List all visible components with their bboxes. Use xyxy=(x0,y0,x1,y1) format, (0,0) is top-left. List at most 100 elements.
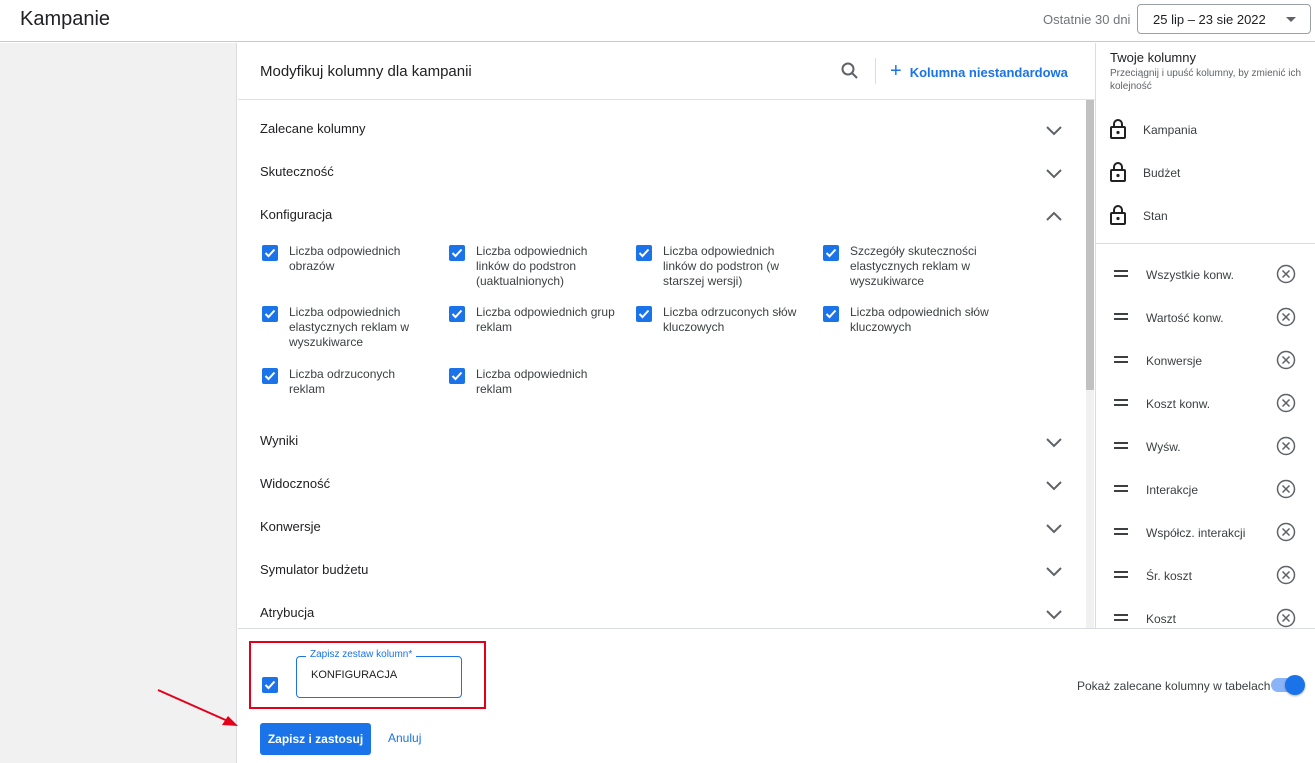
section-skutecznosc[interactable]: Skuteczność xyxy=(238,150,1086,193)
section-wyniki[interactable]: Wyniki xyxy=(238,419,1086,462)
your-columns-title: Twoje kolumny xyxy=(1110,50,1196,65)
section-symulator-budzetu[interactable]: Symulator budżetu xyxy=(238,548,1086,591)
checkbox[interactable] xyxy=(449,245,465,261)
locked-column: Stan xyxy=(1096,193,1315,236)
locked-column-label: Stan xyxy=(1143,209,1168,223)
selected-column-label: Interakcje xyxy=(1146,483,1199,497)
chevron-down-icon xyxy=(1046,438,1062,448)
section-label: Atrybucja xyxy=(260,605,315,620)
selected-column-label: Wartość konw. xyxy=(1146,311,1224,325)
drag-handle-icon[interactable] xyxy=(1114,614,1128,621)
checkbox-label: Liczba odpowiednich linków do podstron (… xyxy=(663,244,780,288)
your-columns-subtitle: Przeciągnij i upuść kolumny, by zmienić … xyxy=(1110,68,1302,92)
lock-icon xyxy=(1110,119,1126,139)
checkbox-item[interactable]: Liczba odpowiednich grup reklam xyxy=(449,305,629,335)
section-label: Konwersje xyxy=(260,519,321,534)
selected-column[interactable]: Koszt konw. xyxy=(1096,381,1315,424)
chevron-down-icon xyxy=(1046,169,1062,179)
show-recommended-toggle[interactable] xyxy=(1271,675,1305,695)
scrollbar-thumb[interactable] xyxy=(1086,100,1094,390)
checkbox-label: Liczba odpowiednich grup reklam xyxy=(476,305,615,334)
custom-column-button[interactable]: + Kolumna niestandardowa xyxy=(890,60,1068,83)
drag-handle-icon[interactable] xyxy=(1114,442,1128,449)
checkbox-item[interactable]: Liczba odpowiednich reklam xyxy=(449,367,609,397)
selected-column[interactable]: Konwersje xyxy=(1096,338,1315,381)
column-set-name-input[interactable] xyxy=(311,669,451,681)
drag-handle-icon[interactable] xyxy=(1114,270,1128,277)
checkbox[interactable] xyxy=(823,306,839,322)
checkbox[interactable] xyxy=(636,245,652,261)
save-set-checkbox[interactable] xyxy=(262,677,278,693)
drag-handle-icon[interactable] xyxy=(1114,528,1128,535)
locked-column-label: Kampania xyxy=(1143,123,1198,137)
check-icon xyxy=(264,309,276,319)
checkbox-item[interactable]: Szczegóły skuteczności elastycznych rekl… xyxy=(823,244,988,289)
caret-down-icon xyxy=(1286,17,1296,22)
checkbox-item[interactable]: Liczba odpowiednich linków do podstron (… xyxy=(636,244,796,289)
divider xyxy=(1096,243,1315,244)
selected-column[interactable]: Wszystkie konw. xyxy=(1096,252,1315,295)
checkbox-item[interactable]: Liczba odpowiednich elastycznych reklam … xyxy=(262,305,422,350)
lock-icon xyxy=(1110,162,1126,182)
drag-handle-icon[interactable] xyxy=(1114,313,1128,320)
drag-handle-icon[interactable] xyxy=(1114,399,1128,406)
selected-column[interactable]: Wartość konw. xyxy=(1096,295,1315,338)
check-icon xyxy=(264,371,276,381)
footer: Zapisz zestaw kolumn* Pokaż zalecane kol… xyxy=(238,628,1315,763)
save-and-apply-button[interactable]: Zapisz i zastosuj xyxy=(260,723,371,755)
checkbox-label: Liczba odpowiednich obrazów xyxy=(289,244,401,273)
cancel-button[interactable]: Anuluj xyxy=(388,731,421,745)
checkbox[interactable] xyxy=(636,306,652,322)
section-label: Zalecane kolumny xyxy=(260,121,366,136)
remove-circle-icon[interactable] xyxy=(1276,479,1296,499)
check-icon xyxy=(825,309,837,319)
section-label: Widoczność xyxy=(260,476,331,491)
checkbox[interactable] xyxy=(823,245,839,261)
checkbox[interactable] xyxy=(262,368,278,384)
drag-handle-icon[interactable] xyxy=(1114,571,1128,578)
drag-handle-icon[interactable] xyxy=(1114,485,1128,492)
checkbox-label: Szczegóły skuteczności elastycznych rekl… xyxy=(850,244,977,288)
selected-column-label: Konwersje xyxy=(1146,354,1203,368)
checkbox[interactable] xyxy=(262,245,278,261)
date-range-dropdown[interactable]: 25 lip – 23 sie 2022 xyxy=(1137,4,1311,34)
remove-circle-icon[interactable] xyxy=(1276,264,1296,284)
remove-circle-icon[interactable] xyxy=(1276,522,1296,542)
checkbox[interactable] xyxy=(262,306,278,322)
selected-column[interactable]: Interakcje xyxy=(1096,467,1315,510)
date-range-value: 25 lip – 23 sie 2022 xyxy=(1153,12,1266,27)
checkbox-item[interactable]: Liczba odrzuconych słów kluczowych xyxy=(636,305,816,335)
checkbox-label: Liczba odpowiednich linków do podstron (… xyxy=(476,244,588,288)
check-icon xyxy=(451,248,463,258)
remove-circle-icon[interactable] xyxy=(1276,608,1296,628)
remove-circle-icon[interactable] xyxy=(1276,307,1296,327)
remove-circle-icon[interactable] xyxy=(1276,350,1296,370)
modify-columns-panel: Modyfikuj kolumny dla kampanii + Kolumna… xyxy=(238,43,1095,628)
section-zalecane-kolumny[interactable]: Zalecane kolumny xyxy=(238,107,1086,150)
drag-handle-icon[interactable] xyxy=(1114,356,1128,363)
section-label: Wyniki xyxy=(260,433,299,448)
checkbox-item[interactable]: Liczba odrzuconych reklam xyxy=(262,367,422,397)
remove-circle-icon[interactable] xyxy=(1276,565,1296,585)
checkbox-item[interactable]: Liczba odpowiednich słów kluczowych xyxy=(823,305,1003,335)
selected-column[interactable]: Współcz. interakcji xyxy=(1096,510,1315,553)
section-widocznosc[interactable]: Widoczność xyxy=(238,462,1086,505)
remove-circle-icon[interactable] xyxy=(1276,436,1296,456)
checkbox[interactable] xyxy=(449,368,465,384)
selected-column-label: Śr. koszt xyxy=(1146,569,1193,583)
checkbox[interactable] xyxy=(449,306,465,322)
check-icon xyxy=(451,371,463,381)
lock-icon xyxy=(1110,205,1126,225)
search-icon[interactable] xyxy=(838,59,862,83)
checkbox-item[interactable]: Liczba odpowiednich linków do podstron (… xyxy=(449,244,609,289)
section-konfiguracja[interactable]: Konfiguracja xyxy=(238,193,1086,236)
selected-column[interactable]: Wyśw. xyxy=(1096,424,1315,467)
checkbox-item[interactable]: Liczba odpowiednich obrazów xyxy=(262,244,422,274)
selected-column[interactable]: Śr. koszt xyxy=(1096,553,1315,596)
top-bar: Kampanie Ostatnie 30 dni 25 lip – 23 sie… xyxy=(0,0,1315,42)
column-set-name-field[interactable]: Zapisz zestaw kolumn* xyxy=(296,649,462,698)
section-konwersje[interactable]: Konwersje xyxy=(238,505,1086,548)
selected-column[interactable]: Koszt xyxy=(1096,596,1315,628)
remove-circle-icon[interactable] xyxy=(1276,393,1296,413)
plus-icon: + xyxy=(890,60,902,82)
